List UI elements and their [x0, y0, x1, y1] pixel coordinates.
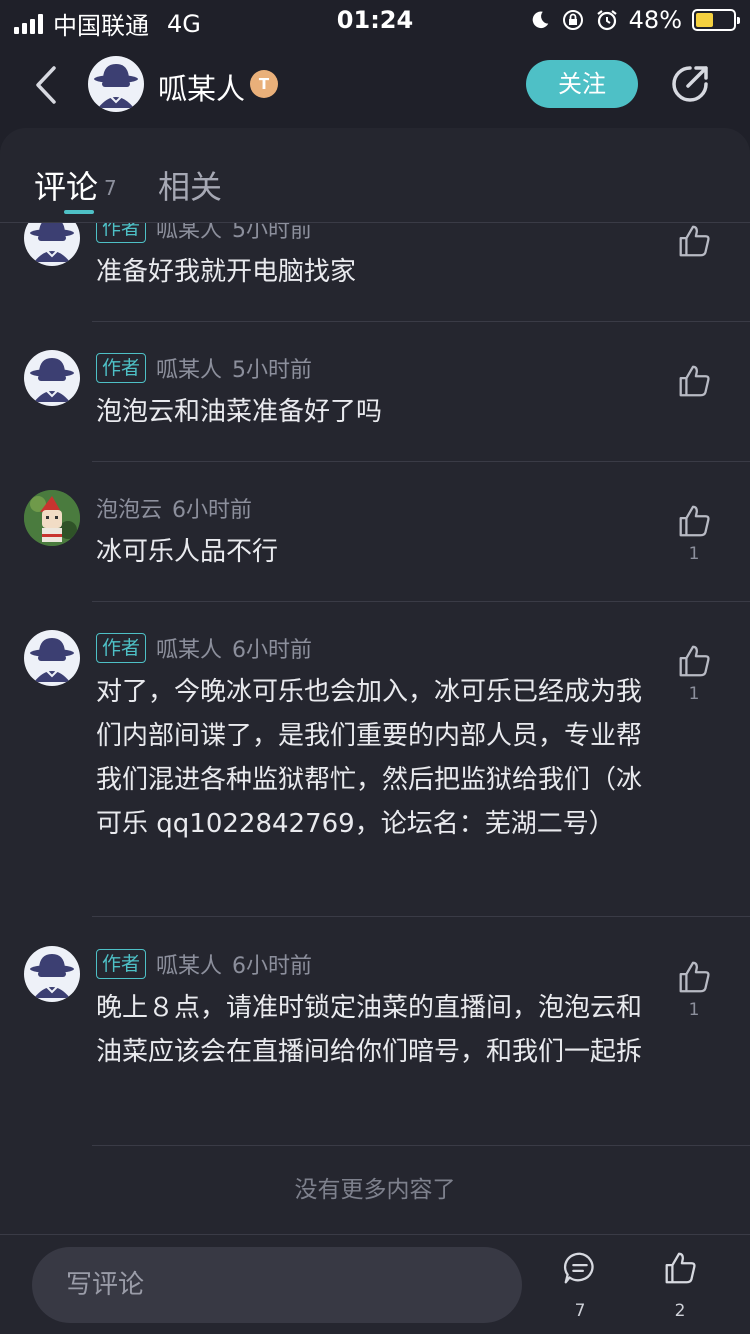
thumbs-up-icon	[679, 365, 710, 397]
comment-time: 6小时前	[232, 954, 313, 979]
divider	[92, 321, 750, 322]
comment-text[interactable]: 准备好我就开电脑找家	[96, 250, 650, 294]
tab-related[interactable]: 相关	[158, 162, 222, 208]
comment-meta: 作者 呱某人 6小时前	[96, 948, 312, 980]
comments-sheet: 作者 呱某人 5小时前 准备好我就开电脑找家 作者 呱某人 5小时前 泡泡云和油…	[0, 128, 750, 1234]
tab-comments-count: 7	[104, 176, 117, 200]
spy-avatar-icon	[30, 954, 74, 998]
battery-icon	[692, 9, 740, 31]
write-comment-input[interactable]: 写评论	[32, 1247, 522, 1323]
comment-count: 7	[574, 1301, 586, 1321]
divider	[92, 601, 750, 602]
share-icon[interactable]	[668, 62, 712, 106]
comment-avatar[interactable]	[24, 350, 80, 406]
like-button[interactable]	[674, 222, 714, 264]
like-button[interactable]: 1	[674, 958, 714, 1020]
thumbs-up-icon	[679, 961, 710, 993]
thumbs-up-icon	[679, 225, 710, 257]
user-level-badge: T	[250, 70, 278, 98]
comment-meta: 作者 呱某人 6小时前	[96, 632, 312, 664]
comment-text[interactable]: 对了，今晚冰可乐也会加入，冰可乐已经成为我们内部间谍了，是我们重要的内部人员，专…	[96, 670, 650, 846]
comment-text[interactable]: 泡泡云和油菜准备好了吗	[96, 390, 650, 434]
spy-avatar-icon	[30, 358, 74, 402]
like-count: 1	[688, 1000, 700, 1020]
tab-bar: 评论 7 相关	[0, 128, 750, 223]
like-button[interactable]	[674, 362, 714, 404]
thumbs-up-icon	[679, 645, 710, 677]
battery-percent: 48%	[628, 6, 682, 34]
comment-meta: 泡泡云 6小时前	[96, 492, 252, 524]
thumbs-up-icon	[665, 1252, 696, 1284]
like-button[interactable]: 1	[674, 642, 714, 704]
status-right: 48%	[529, 6, 740, 34]
author-tag: 作者	[96, 633, 147, 663]
thumbs-up-icon	[679, 505, 710, 537]
comment-meta: 作者 呱某人 5小时前	[96, 352, 312, 384]
username[interactable]: 呱某人	[158, 66, 245, 108]
alarm-icon	[596, 10, 617, 31]
comment-text[interactable]: 冰可乐人品不行	[96, 530, 650, 574]
user-avatar[interactable]	[88, 56, 144, 112]
follow-button[interactable]: 关注	[526, 60, 638, 108]
comment-avatar[interactable]	[24, 630, 80, 686]
like-count: 1	[688, 684, 700, 704]
comment-time: 6小时前	[232, 638, 313, 663]
moon-icon	[532, 11, 548, 29]
comment-avatar[interactable]	[24, 490, 80, 546]
comment-author[interactable]: 呱某人	[156, 948, 222, 980]
like-post-button[interactable]: 2	[655, 1249, 705, 1321]
spy-avatar-icon	[30, 638, 74, 682]
spy-avatar-icon	[94, 64, 138, 108]
active-tab-indicator	[64, 210, 94, 214]
comment-author[interactable]: 呱某人	[156, 632, 222, 664]
author-tag: 作者	[96, 949, 147, 979]
comment-author[interactable]: 呱某人	[156, 352, 222, 384]
back-icon[interactable]	[26, 62, 66, 108]
end-of-list-text: 没有更多内容了	[294, 1177, 456, 1203]
like-count: 1	[688, 544, 700, 564]
comment-time: 5小时前	[232, 358, 313, 383]
comment-avatar[interactable]	[24, 946, 80, 1002]
like-button[interactable]: 1	[674, 502, 714, 564]
comment-text[interactable]: 晚上８点，请准时锁定油菜的直播间，泡泡云和油菜应该会在直播间给你们暗号，和我们一…	[96, 986, 650, 1074]
tab-comments[interactable]: 评论	[34, 162, 98, 208]
like-count: 2	[674, 1301, 686, 1321]
nav-bar: 呱某人 T 关注	[0, 42, 750, 128]
comment-list[interactable]: 作者 呱某人 5小时前 准备好我就开电脑找家 作者 呱某人 5小时前 泡泡云和油…	[0, 128, 750, 1234]
comment-author[interactable]: 泡泡云	[96, 492, 162, 524]
character-avatar-icon	[24, 490, 80, 546]
divider	[92, 916, 750, 917]
comment-bubble-icon	[563, 1252, 594, 1284]
status-bar: 中国联通 4G 01:24 48%	[0, 0, 750, 42]
comments-button[interactable]: 7	[555, 1249, 605, 1321]
author-tag: 作者	[96, 353, 147, 383]
bottom-bar: 写评论 7 2	[0, 1234, 750, 1334]
comment-time: 6小时前	[172, 498, 253, 523]
battery-fill	[696, 13, 714, 27]
rotation-lock-icon	[562, 10, 583, 30]
divider	[92, 1145, 750, 1146]
divider	[92, 461, 750, 462]
